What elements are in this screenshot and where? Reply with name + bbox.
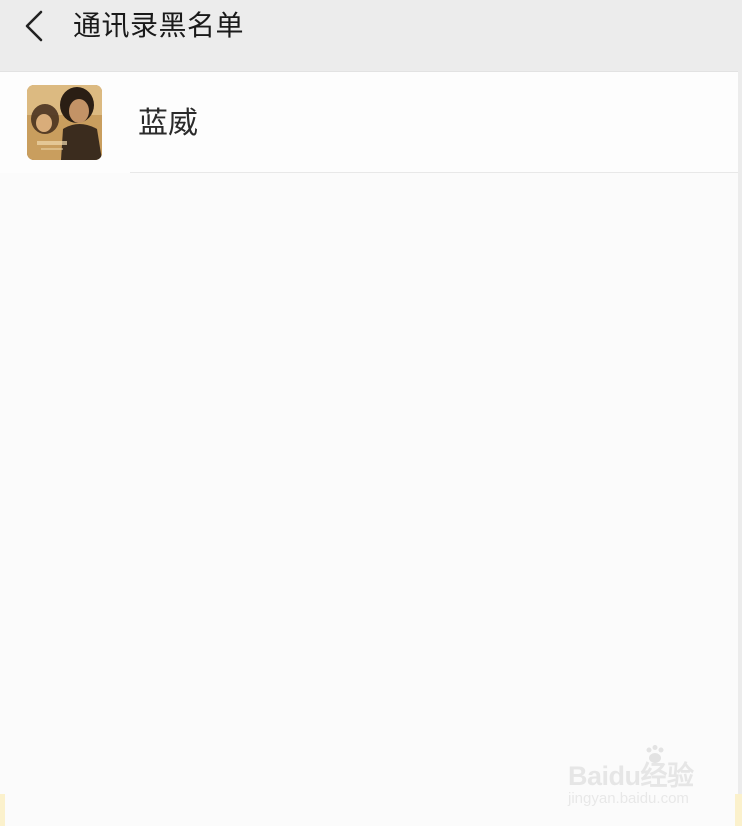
contact-avatar xyxy=(27,85,102,160)
paw-icon xyxy=(646,745,664,763)
bottom-accent-left xyxy=(0,794,5,826)
baidu-watermark: Baidu经验 jingyan.baidu.com xyxy=(566,744,706,810)
row-divider xyxy=(130,172,738,173)
bottom-accent-right xyxy=(735,794,742,826)
watermark-logo-text: Baidu经验 xyxy=(568,761,694,791)
contact-name: 蓝威 xyxy=(138,106,198,141)
screen-edge xyxy=(738,0,742,826)
watermark-subtext: jingyan.baidu.com xyxy=(568,790,689,807)
page-title: 通讯录黑名单 xyxy=(73,9,245,42)
chevron-left-icon xyxy=(25,10,43,42)
blacklist-screen: 通讯录黑名单 蓝威 Baidu经验 jingyan.baidu.com xyxy=(0,0,738,826)
contact-row[interactable]: 蓝威 xyxy=(0,72,738,173)
top-bar: 通讯录黑名单 xyxy=(0,0,738,72)
back-button[interactable] xyxy=(14,6,54,46)
